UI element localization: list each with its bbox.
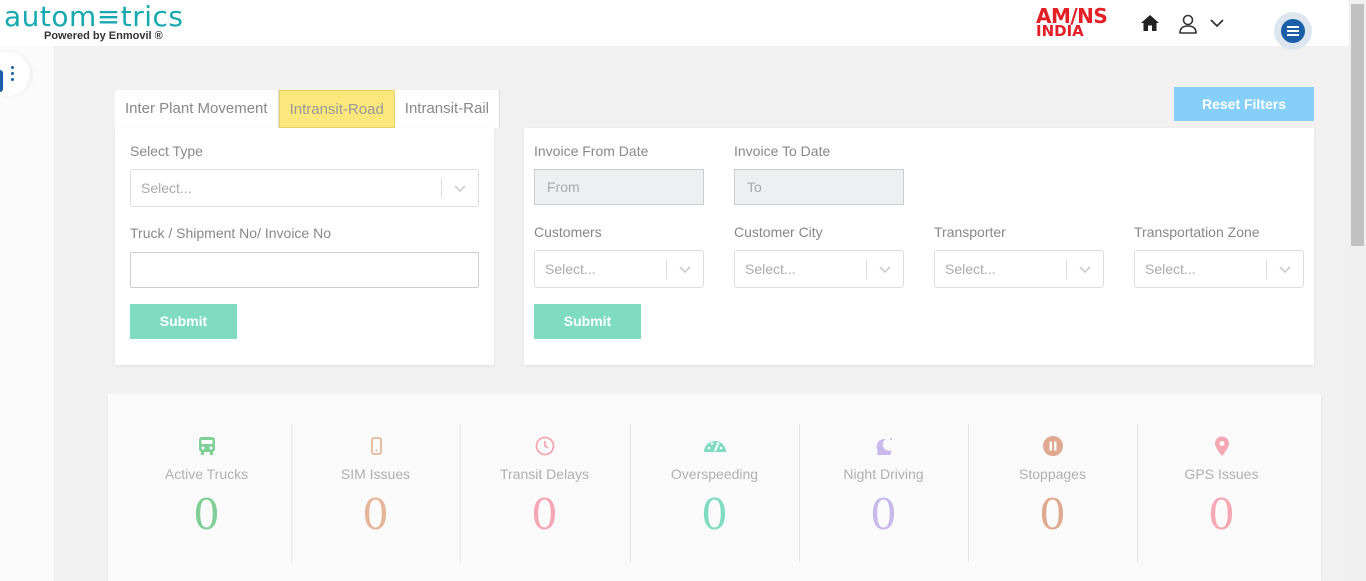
logo-subtitle: Powered by Enmovil ®: [44, 30, 163, 42]
stat-value: 0: [701, 490, 728, 539]
invoice-to-label: Invoice To Date: [734, 143, 831, 159]
pause-icon: [1042, 436, 1063, 456]
top-header: autom≡trics Powered by Enmovil ® AM/NS I…: [0, 0, 1349, 50]
stat-overspeeding[interactable]: Overspeeding 0: [630, 424, 799, 562]
stat-value: 0: [870, 490, 897, 539]
stat-value: 0: [362, 490, 389, 539]
transportation-zone-label: Transportation Zone: [1134, 224, 1260, 240]
stat-label: Stoppages: [1019, 466, 1086, 482]
stat-label: SIM Issues: [340, 466, 411, 482]
stat-value: 0: [531, 490, 558, 539]
customer-city-label: Customer City: [734, 224, 823, 240]
moon-icon: [876, 438, 892, 455]
submit-button[interactable]: Submit: [130, 304, 237, 339]
filter-panel: Invoice From Date Invoice To Date Custom…: [524, 128, 1314, 365]
clock-icon: [535, 436, 554, 456]
select-type-dropdown[interactable]: Select...: [130, 169, 479, 207]
tab-inter-plant-movement[interactable]: Inter Plant Movement: [115, 90, 279, 128]
menu-button[interactable]: [1274, 12, 1312, 50]
chevron-down-icon: [679, 266, 691, 274]
select-type-label: Select Type: [130, 143, 203, 159]
kebab-menu-icon[interactable]: [11, 66, 15, 82]
reset-filters-button[interactable]: Reset Filters: [1174, 87, 1314, 121]
transporter-label: Transporter: [934, 224, 1006, 240]
chevron-down-icon: [454, 185, 466, 193]
transportation-zone-dropdown[interactable]: Select...: [1134, 250, 1304, 288]
chevron-down-icon: [1079, 266, 1091, 274]
speedometer-icon: [703, 441, 726, 452]
menu-icon: [1281, 19, 1305, 43]
customers-label: Customers: [534, 224, 602, 240]
chevron-down-icon: [879, 266, 891, 274]
left-sidebar: [0, 46, 55, 581]
stat-label: Active Trucks: [164, 466, 249, 482]
customer-city-placeholder: Select...: [745, 261, 796, 277]
stat-sim-issues[interactable]: SIM Issues 0: [291, 424, 460, 562]
customer-city-dropdown[interactable]: Select...: [734, 250, 904, 288]
invoice-from-date-input[interactable]: [534, 169, 704, 205]
customers-placeholder: Select...: [545, 261, 596, 277]
tab-bar: Inter Plant Movement Intransit-Road Intr…: [115, 90, 500, 128]
search-panel: Select Type Select... Truck / Shipment N…: [115, 128, 494, 365]
stat-label: Overspeeding: [670, 466, 759, 482]
home-icon[interactable]: [1140, 14, 1160, 32]
transporter-placeholder: Select...: [945, 261, 996, 277]
transporter-dropdown[interactable]: Select...: [934, 250, 1104, 288]
stat-value: 0: [1039, 490, 1066, 539]
stat-label: Transit Delays: [500, 466, 589, 482]
stat-stoppages[interactable]: Stoppages 0: [968, 424, 1137, 562]
amns-india-logo: AM/NS INDIA: [1036, 6, 1108, 40]
stat-label: GPS Issues: [1184, 466, 1259, 482]
user-icon[interactable]: [1178, 14, 1198, 34]
autometrics-logo[interactable]: autom≡trics Powered by Enmovil ®: [4, 0, 184, 43]
sidebar-indicator: [0, 70, 3, 92]
customers-dropdown[interactable]: Select...: [534, 250, 704, 288]
filter-submit-button[interactable]: Submit: [534, 304, 641, 339]
chevron-down-icon: [1279, 266, 1291, 274]
stat-value: 0: [1208, 490, 1235, 539]
search-label: Truck / Shipment No/ Invoice No: [130, 225, 332, 241]
stat-transit-delays[interactable]: Transit Delays 0: [460, 424, 629, 562]
stats-panel: Active Trucks 0 SIM Issues 0 Transit Del…: [108, 394, 1321, 581]
map-pin-icon: [1214, 436, 1229, 456]
stat-gps-issues[interactable]: GPS Issues 0: [1137, 424, 1306, 562]
chevron-down-icon[interactable]: [1210, 18, 1224, 28]
stat-label: Night Driving: [843, 466, 924, 482]
tab-intransit-road[interactable]: Intransit-Road: [278, 90, 395, 128]
transportation-zone-placeholder: Select...: [1145, 261, 1196, 277]
truck-shipment-invoice-input[interactable]: [130, 252, 479, 288]
select-type-placeholder: Select...: [141, 180, 192, 196]
truck-icon: [198, 437, 215, 455]
stat-value: 0: [193, 490, 220, 539]
scrollbar-thumb[interactable]: [1351, 4, 1364, 246]
stat-active-trucks[interactable]: Active Trucks 0: [122, 424, 291, 562]
mobile-icon: [370, 437, 382, 455]
tab-intransit-rail[interactable]: Intransit-Rail: [394, 90, 500, 128]
logo-text: autom≡trics: [4, 0, 184, 33]
invoice-to-date-input[interactable]: [734, 169, 904, 205]
stat-night-driving[interactable]: Night Driving 0: [799, 424, 968, 562]
invoice-from-label: Invoice From Date: [534, 143, 649, 159]
